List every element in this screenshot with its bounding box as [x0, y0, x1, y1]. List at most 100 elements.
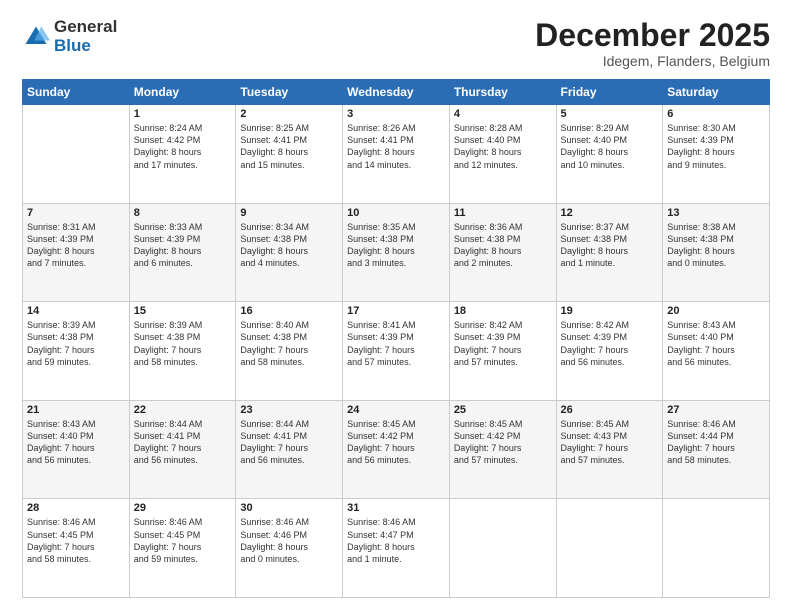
day-number: 22 [134, 404, 232, 416]
calendar-cell: 28 Sunrise: 8:46 AM Sunset: 4:45 PM Dayli… [23, 499, 130, 598]
day-number: 2 [240, 108, 338, 120]
calendar-week-2: 7Sunrise: 8:31 AM Sunset: 4:39 PM Daylig… [23, 203, 770, 302]
title-area: December 2025 Idegem, Flanders, Belgium [535, 18, 770, 69]
day-info: Sunrise: 8:37 AM Sunset: 4:38 PM Dayligh… [561, 221, 659, 270]
logo: General Blue [22, 18, 117, 55]
day-info: Sunrise: 8:46 AM Sunset: 4:45 PM Dayligh… [134, 516, 232, 565]
day-info: Sunrise: 8:46 AM Sunset: 4:45 PM Dayligh… [27, 516, 125, 565]
col-thursday: Thursday [449, 80, 556, 105]
day-info: Sunrise: 8:39 AM Sunset: 4:38 PM Dayligh… [134, 319, 232, 368]
calendar-cell: 20 Sunrise: 8:43 AM Sunset: 4:40 PM Dayli… [663, 302, 770, 401]
day-number: 28 [27, 502, 125, 514]
day-info: Sunrise: 8:33 AM Sunset: 4:39 PM Dayligh… [134, 221, 232, 270]
calendar-cell: 9 Sunrise: 8:34 AM Sunset: 4:38 PM Daylig… [236, 203, 343, 302]
calendar-cell: 17Sunrise: 8:41 AM Sunset: 4:39 PM Dayli… [343, 302, 450, 401]
day-info: Sunrise: 8:41 AM Sunset: 4:39 PM Dayligh… [347, 319, 445, 368]
calendar-cell [556, 499, 663, 598]
calendar-cell: 18 Sunrise: 8:42 AM Sunset: 4:39 PM Dayli… [449, 302, 556, 401]
day-number: 23 [240, 404, 338, 416]
day-number: 11 [454, 207, 552, 219]
day-info: Sunrise: 8:39 AM Sunset: 4:38 PM Dayligh… [27, 319, 125, 368]
calendar-cell: 6 Sunrise: 8:30 AM Sunset: 4:39 PM Daylig… [663, 105, 770, 204]
day-number: 21 [27, 404, 125, 416]
day-number: 20 [667, 305, 765, 317]
calendar-cell: 8 Sunrise: 8:33 AM Sunset: 4:39 PM Daylig… [129, 203, 236, 302]
day-number: 18 [454, 305, 552, 317]
calendar-cell: 14 Sunrise: 8:39 AM Sunset: 4:38 PM Dayli… [23, 302, 130, 401]
calendar-cell: 7Sunrise: 8:31 AM Sunset: 4:39 PM Daylig… [23, 203, 130, 302]
calendar-cell [449, 499, 556, 598]
day-info: Sunrise: 8:45 AM Sunset: 4:43 PM Dayligh… [561, 418, 659, 467]
day-number: 6 [667, 108, 765, 120]
day-number: 19 [561, 305, 659, 317]
calendar-cell: 22 Sunrise: 8:44 AM Sunset: 4:41 PM Dayli… [129, 400, 236, 499]
calendar-cell: 19 Sunrise: 8:42 AM Sunset: 4:39 PM Dayli… [556, 302, 663, 401]
day-info: Sunrise: 8:35 AM Sunset: 4:38 PM Dayligh… [347, 221, 445, 270]
calendar-week-3: 14 Sunrise: 8:39 AM Sunset: 4:38 PM Dayli… [23, 302, 770, 401]
day-info: Sunrise: 8:38 AM Sunset: 4:38 PM Dayligh… [667, 221, 765, 270]
day-number: 5 [561, 108, 659, 120]
day-number: 31 [347, 502, 445, 514]
calendar-cell: 10 Sunrise: 8:35 AM Sunset: 4:38 PM Dayli… [343, 203, 450, 302]
day-number: 10 [347, 207, 445, 219]
day-number: 27 [667, 404, 765, 416]
calendar-cell: 13Sunrise: 8:38 AM Sunset: 4:38 PM Dayli… [663, 203, 770, 302]
day-number: 4 [454, 108, 552, 120]
col-sunday: Sunday [23, 80, 130, 105]
calendar-cell: 30Sunrise: 8:46 AM Sunset: 4:46 PM Dayli… [236, 499, 343, 598]
day-number: 14 [27, 305, 125, 317]
day-number: 7 [27, 207, 125, 219]
calendar-table: Sunday Monday Tuesday Wednesday Thursday… [22, 79, 770, 598]
logo-text: General Blue [54, 18, 117, 55]
calendar-cell: 1Sunrise: 8:24 AM Sunset: 4:42 PM Daylig… [129, 105, 236, 204]
day-info: Sunrise: 8:45 AM Sunset: 4:42 PM Dayligh… [454, 418, 552, 467]
day-info: Sunrise: 8:40 AM Sunset: 4:38 PM Dayligh… [240, 319, 338, 368]
day-number: 8 [134, 207, 232, 219]
day-info: Sunrise: 8:43 AM Sunset: 4:40 PM Dayligh… [667, 319, 765, 368]
day-number: 9 [240, 207, 338, 219]
day-info: Sunrise: 8:30 AM Sunset: 4:39 PM Dayligh… [667, 122, 765, 171]
day-info: Sunrise: 8:44 AM Sunset: 4:41 PM Dayligh… [240, 418, 338, 467]
day-number: 15 [134, 305, 232, 317]
calendar-cell: 2 Sunrise: 8:25 AM Sunset: 4:41 PM Daylig… [236, 105, 343, 204]
calendar-cell: 5 Sunrise: 8:29 AM Sunset: 4:40 PM Daylig… [556, 105, 663, 204]
col-wednesday: Wednesday [343, 80, 450, 105]
calendar-cell: 31Sunrise: 8:46 AM Sunset: 4:47 PM Dayli… [343, 499, 450, 598]
day-info: Sunrise: 8:44 AM Sunset: 4:41 PM Dayligh… [134, 418, 232, 467]
day-number: 12 [561, 207, 659, 219]
calendar-week-4: 21 Sunrise: 8:43 AM Sunset: 4:40 PM Dayli… [23, 400, 770, 499]
header: General Blue December 2025 Idegem, Fland… [22, 18, 770, 69]
calendar-cell: 24 Sunrise: 8:45 AM Sunset: 4:42 PM Dayli… [343, 400, 450, 499]
day-info: Sunrise: 8:26 AM Sunset: 4:41 PM Dayligh… [347, 122, 445, 171]
calendar-cell: 26Sunrise: 8:45 AM Sunset: 4:43 PM Dayli… [556, 400, 663, 499]
calendar-week-5: 28 Sunrise: 8:46 AM Sunset: 4:45 PM Dayli… [23, 499, 770, 598]
day-number: 1 [134, 108, 232, 120]
day-info: Sunrise: 8:43 AM Sunset: 4:40 PM Dayligh… [27, 418, 125, 467]
calendar-cell: 12 Sunrise: 8:37 AM Sunset: 4:38 PM Dayli… [556, 203, 663, 302]
calendar-header-row: Sunday Monday Tuesday Wednesday Thursday… [23, 80, 770, 105]
logo-general-text: General [54, 18, 117, 37]
logo-icon [22, 23, 50, 51]
day-info: Sunrise: 8:29 AM Sunset: 4:40 PM Dayligh… [561, 122, 659, 171]
day-number: 24 [347, 404, 445, 416]
col-tuesday: Tuesday [236, 80, 343, 105]
day-info: Sunrise: 8:34 AM Sunset: 4:38 PM Dayligh… [240, 221, 338, 270]
col-saturday: Saturday [663, 80, 770, 105]
calendar-cell: 11Sunrise: 8:36 AM Sunset: 4:38 PM Dayli… [449, 203, 556, 302]
day-number: 16 [240, 305, 338, 317]
day-info: Sunrise: 8:42 AM Sunset: 4:39 PM Dayligh… [561, 319, 659, 368]
calendar-cell: 3 Sunrise: 8:26 AM Sunset: 4:41 PM Daylig… [343, 105, 450, 204]
calendar-cell: 23 Sunrise: 8:44 AM Sunset: 4:41 PM Dayli… [236, 400, 343, 499]
calendar-cell: 27 Sunrise: 8:46 AM Sunset: 4:44 PM Dayli… [663, 400, 770, 499]
calendar-cell [23, 105, 130, 204]
logo-blue-text: Blue [54, 37, 117, 56]
calendar-cell: 16 Sunrise: 8:40 AM Sunset: 4:38 PM Dayli… [236, 302, 343, 401]
month-title: December 2025 [535, 18, 770, 53]
day-number: 3 [347, 108, 445, 120]
calendar-cell: 15 Sunrise: 8:39 AM Sunset: 4:38 PM Dayli… [129, 302, 236, 401]
day-info: Sunrise: 8:46 AM Sunset: 4:44 PM Dayligh… [667, 418, 765, 467]
day-info: Sunrise: 8:25 AM Sunset: 4:41 PM Dayligh… [240, 122, 338, 171]
calendar-cell [663, 499, 770, 598]
day-info: Sunrise: 8:42 AM Sunset: 4:39 PM Dayligh… [454, 319, 552, 368]
day-info: Sunrise: 8:45 AM Sunset: 4:42 PM Dayligh… [347, 418, 445, 467]
